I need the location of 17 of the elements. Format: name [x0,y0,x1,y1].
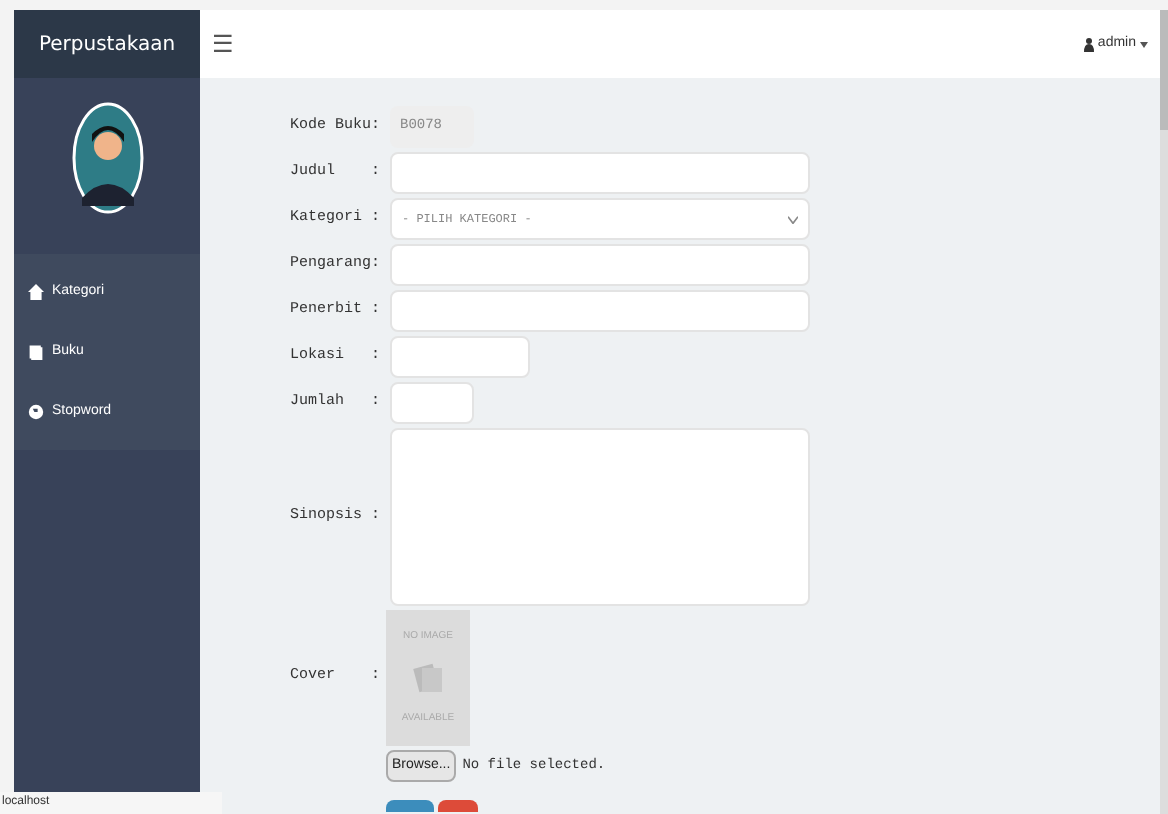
text-input[interactable] [390,152,810,194]
user-icon [1083,37,1094,51]
text-input[interactable] [390,336,530,378]
menu-icon[interactable]: ☰ [212,26,234,62]
photos-icon [412,662,444,694]
chevron-icon [788,215,798,223]
text-input[interactable] [390,244,810,286]
avatar-icon [71,102,143,214]
text-input[interactable] [390,382,474,424]
save-button[interactable] [386,800,434,812]
caret-icon [1140,41,1148,47]
cancel-button[interactable] [438,800,478,812]
home-icon [28,284,44,300]
synopsis-textarea[interactable] [390,428,810,606]
book-icon [28,344,44,360]
text-input[interactable] [390,290,810,332]
brand-title: Perpustakaan [14,10,200,78]
